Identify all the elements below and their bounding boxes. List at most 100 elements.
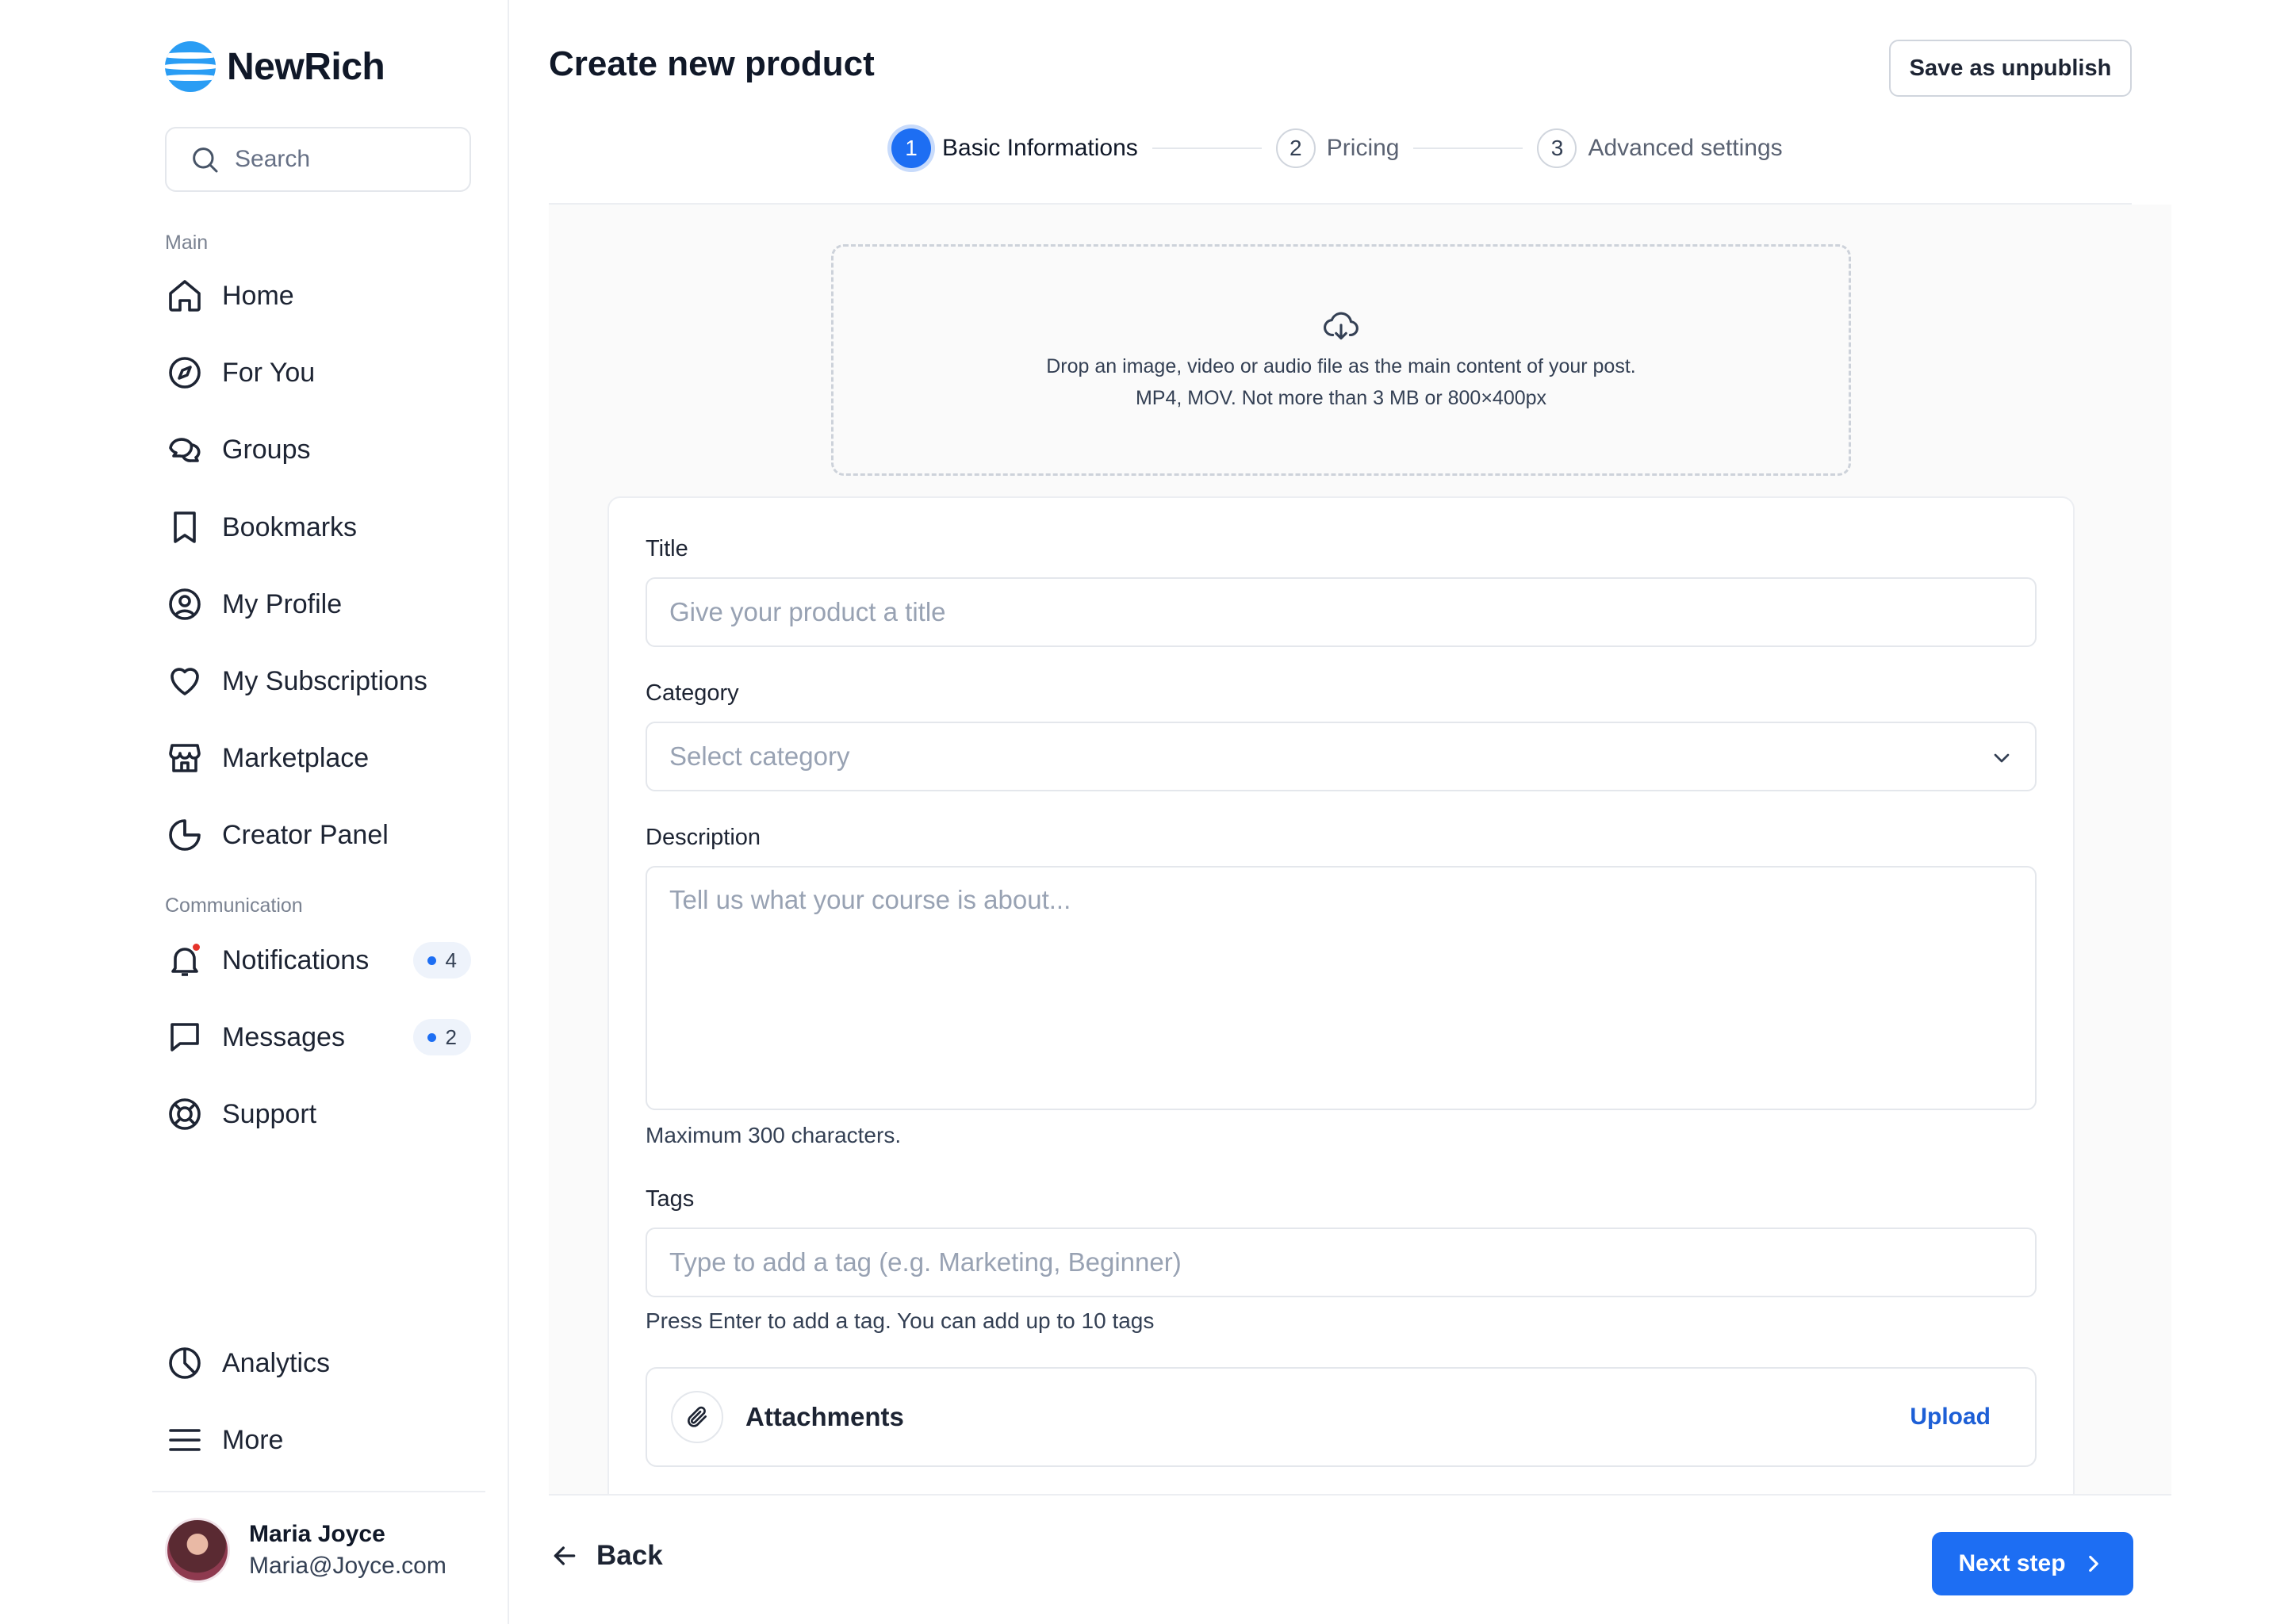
sidebar-item-label: Analytics xyxy=(222,1347,331,1378)
sidebar-item-more[interactable]: More xyxy=(165,1412,474,1468)
step-pricing[interactable]: 2 Pricing xyxy=(1275,128,1400,168)
footer-divider xyxy=(549,1494,2171,1496)
notifications-count-badge: 4 xyxy=(412,942,471,979)
sidebar-item-label: More xyxy=(222,1424,284,1455)
title-placeholder: Give your product a title xyxy=(669,597,946,626)
tags-help-text: Press Enter to add a tag. You can add up… xyxy=(646,1308,1155,1333)
step-advanced-settings[interactable]: 3 Advanced settings xyxy=(1537,128,1783,168)
menu-icon xyxy=(165,1420,205,1460)
description-textarea[interactable]: Tell us what your course is about... xyxy=(646,866,2037,1110)
sidebar-item-for-you[interactable]: For You xyxy=(165,345,474,400)
save-as-unpublish-button[interactable]: Save as unpublish xyxy=(1889,40,2132,97)
search-input[interactable]: Search xyxy=(165,127,471,192)
sidebar-item-label: Home xyxy=(222,280,294,311)
sidebar-item-analytics[interactable]: Analytics xyxy=(165,1335,474,1391)
user-circle-icon xyxy=(165,584,205,624)
home-icon xyxy=(165,276,205,316)
sidebar-item-label: For You xyxy=(222,357,316,388)
category-select[interactable]: Select category xyxy=(646,722,2037,791)
notification-dot xyxy=(191,942,201,952)
avatar xyxy=(165,1518,230,1583)
category-label: Category xyxy=(646,680,739,706)
sidebar: NewRich Search Main Home For You Groups … xyxy=(0,0,509,1624)
search-placeholder: Search xyxy=(235,146,311,172)
step-label: Pricing xyxy=(1326,135,1400,161)
cloud-download-icon xyxy=(1324,312,1359,340)
messages-count-badge: 2 xyxy=(412,1019,471,1055)
brand-logo[interactable]: NewRich xyxy=(165,41,385,92)
chevron-right-icon xyxy=(2088,1555,2098,1572)
compass-icon xyxy=(165,353,205,393)
tags-input[interactable]: Type to add a tag (e.g. Marketing, Begin… xyxy=(646,1228,2037,1297)
search-icon xyxy=(193,147,218,173)
sidebar-item-label: Notifications xyxy=(222,944,370,975)
sidebar-item-my-profile[interactable]: My Profile xyxy=(165,576,474,632)
sidebar-item-groups[interactable]: Groups xyxy=(165,422,474,477)
stepper: 1 Basic Informations 2 Pricing 3 Advance… xyxy=(891,127,1783,170)
step-label: Basic Informations xyxy=(942,135,1138,161)
sidebar-item-creator-panel[interactable]: Creator Panel xyxy=(165,807,474,863)
dropzone-instructions: Drop an image, video or audio file as th… xyxy=(1046,355,1636,377)
user-profile-card[interactable]: Maria Joyce Maria@Joyce.com xyxy=(165,1518,446,1583)
step-label: Advanced settings xyxy=(1588,135,1783,161)
sidebar-item-messages[interactable]: Messages 2 xyxy=(165,1009,474,1065)
sidebar-divider xyxy=(152,1491,485,1492)
store-icon xyxy=(165,738,205,778)
category-placeholder: Select category xyxy=(669,741,850,771)
sidebar-item-bookmarks[interactable]: Bookmarks xyxy=(165,500,474,555)
sidebar-item-home[interactable]: Home xyxy=(165,268,474,324)
lifebuoy-icon xyxy=(165,1094,205,1134)
back-label: Back xyxy=(596,1540,663,1571)
description-help-text: Maximum 300 characters. xyxy=(646,1123,902,1147)
sidebar-item-label: My Profile xyxy=(222,588,343,619)
sidebar-item-label: My Subscriptions xyxy=(222,665,427,696)
sidebar-item-notifications[interactable]: Notifications 4 xyxy=(165,933,474,988)
bell-icon xyxy=(165,940,205,980)
media-dropzone[interactable]: Drop an image, video or audio file as th… xyxy=(831,244,1851,476)
section-label-communication: Communication xyxy=(165,894,303,917)
chevron-down-icon xyxy=(1994,753,2010,763)
section-label-main: Main xyxy=(165,232,209,254)
tags-label: Tags xyxy=(646,1186,695,1212)
user-email: Maria@Joyce.com xyxy=(249,1553,446,1579)
sidebar-item-label: Support xyxy=(222,1098,317,1129)
upload-button[interactable]: Upload xyxy=(1910,1404,1991,1431)
pie-chart-icon xyxy=(165,815,205,855)
next-step-button[interactable]: Next step xyxy=(1932,1532,2133,1595)
step-number: 1 xyxy=(891,128,931,168)
message-icon xyxy=(165,1017,205,1057)
chat-bubbles-icon xyxy=(165,430,205,469)
logo-icon xyxy=(165,41,216,92)
title-input[interactable]: Give your product a title xyxy=(646,577,2037,647)
back-button[interactable]: Back xyxy=(549,1540,663,1572)
description-label: Description xyxy=(646,825,761,850)
clock-chart-icon xyxy=(165,1343,205,1383)
sidebar-item-label: Marketplace xyxy=(222,742,370,773)
page-title: Create new product xyxy=(549,44,875,83)
arrow-left-icon xyxy=(554,1546,576,1565)
attachments-panel: Attachments Upload xyxy=(646,1367,2037,1467)
dropzone-constraints: MP4, MOV. Not more than 3 MB or 800×400p… xyxy=(1135,387,1547,409)
bookmark-icon xyxy=(165,508,205,547)
sidebar-item-label: Bookmarks xyxy=(222,511,358,542)
sidebar-item-marketplace[interactable]: Marketplace xyxy=(165,730,474,786)
attachments-title: Attachments xyxy=(745,1402,904,1431)
title-label: Title xyxy=(646,536,688,561)
sidebar-item-label: Creator Panel xyxy=(222,819,389,850)
sidebar-item-my-subscriptions[interactable]: My Subscriptions xyxy=(165,653,474,709)
step-basic-informations[interactable]: 1 Basic Informations xyxy=(891,128,1138,168)
step-connector xyxy=(1413,147,1523,149)
brand-name: NewRich xyxy=(227,45,385,88)
tags-placeholder: Type to add a tag (e.g. Marketing, Begin… xyxy=(669,1247,1182,1277)
sidebar-item-label: Messages xyxy=(222,1021,345,1052)
step-number: 2 xyxy=(1275,128,1316,168)
sidebar-item-support[interactable]: Support xyxy=(165,1086,474,1142)
step-number: 3 xyxy=(1537,128,1577,168)
heart-icon xyxy=(165,661,205,701)
step-connector xyxy=(1152,147,1262,149)
description-placeholder: Tell us what your course is about... xyxy=(669,885,1071,914)
paperclip-icon xyxy=(671,1391,723,1443)
user-name: Maria Joyce xyxy=(249,1521,385,1547)
next-step-label: Next step xyxy=(1958,1550,2066,1576)
sidebar-item-label: Groups xyxy=(222,434,311,465)
